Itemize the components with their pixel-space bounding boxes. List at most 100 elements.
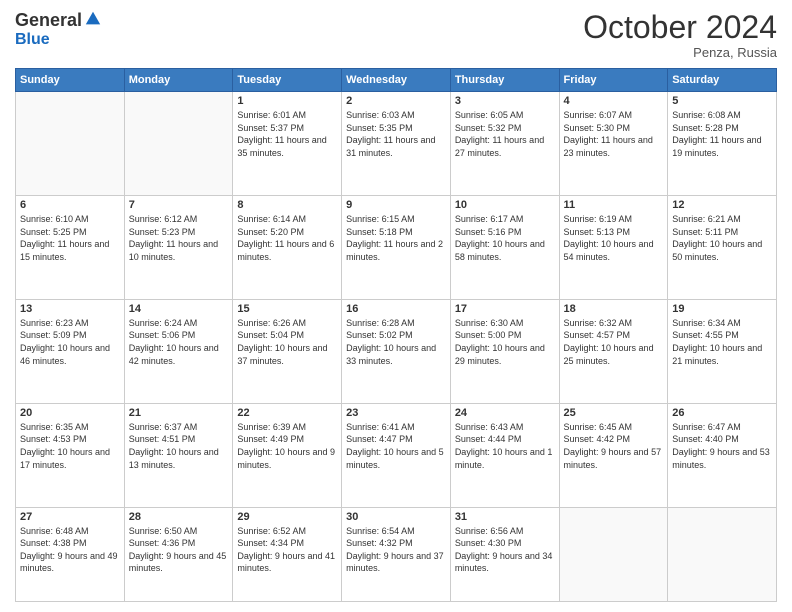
table-row: 8 Sunrise: 6:14 AM Sunset: 5:20 PM Daylig… [233, 196, 342, 300]
day-number: 18 [564, 303, 664, 315]
table-row: 22 Sunrise: 6:39 AM Sunset: 4:49 PM Dayli… [233, 403, 342, 507]
table-row: 10 Sunrise: 6:17 AM Sunset: 5:16 PM Dayli… [450, 196, 559, 300]
day-info: Sunrise: 6:32 AM Sunset: 4:57 PM Dayligh… [564, 317, 664, 367]
calendar-header-row: Sunday Monday Tuesday Wednesday Thursday… [16, 69, 777, 92]
day-info: Sunrise: 6:48 AM Sunset: 4:38 PM Dayligh… [20, 525, 120, 575]
table-row: 31 Sunrise: 6:56 AM Sunset: 4:30 PM Dayli… [450, 507, 559, 601]
day-number: 19 [672, 303, 772, 315]
day-info: Sunrise: 6:35 AM Sunset: 4:53 PM Dayligh… [20, 421, 120, 471]
logo-text: General [15, 10, 102, 31]
calendar-week-1: 1 Sunrise: 6:01 AM Sunset: 5:37 PM Daylig… [16, 92, 777, 196]
day-number: 7 [129, 199, 229, 211]
table-row: 9 Sunrise: 6:15 AM Sunset: 5:18 PM Daylig… [342, 196, 451, 300]
day-info: Sunrise: 6:05 AM Sunset: 5:32 PM Dayligh… [455, 109, 555, 159]
day-number: 11 [564, 199, 664, 211]
day-number: 4 [564, 95, 664, 107]
day-info: Sunrise: 6:45 AM Sunset: 4:42 PM Dayligh… [564, 421, 664, 471]
day-number: 6 [20, 199, 120, 211]
day-number: 20 [20, 407, 120, 419]
table-row: 21Sunrise: 6:37 AM Sunset: 4:51 PM Dayli… [124, 403, 233, 507]
col-thursday: Thursday [450, 69, 559, 92]
table-row: 3 Sunrise: 6:05 AM Sunset: 5:32 PM Daylig… [450, 92, 559, 196]
col-monday: Monday [124, 69, 233, 92]
day-number: 10 [455, 199, 555, 211]
table-row: 14Sunrise: 6:24 AM Sunset: 5:06 PM Dayli… [124, 299, 233, 403]
day-info: Sunrise: 6:26 AM Sunset: 5:04 PM Dayligh… [237, 317, 337, 367]
day-number: 15 [237, 303, 337, 315]
day-info: Sunrise: 6:15 AM Sunset: 5:18 PM Dayligh… [346, 213, 446, 263]
month-title: October 2024 [583, 10, 777, 45]
day-info: Sunrise: 6:28 AM Sunset: 5:02 PM Dayligh… [346, 317, 446, 367]
day-info: Sunrise: 6:56 AM Sunset: 4:30 PM Dayligh… [455, 525, 555, 575]
day-number: 2 [346, 95, 446, 107]
day-number: 1 [237, 95, 337, 107]
day-number: 22 [237, 407, 337, 419]
table-row: 7 Sunrise: 6:12 AM Sunset: 5:23 PM Daylig… [124, 196, 233, 300]
day-info: Sunrise: 6:08 AM Sunset: 5:28 PM Dayligh… [672, 109, 772, 159]
logo-blue-text: Blue [15, 31, 50, 49]
table-row: 29Sunrise: 6:52 AM Sunset: 4:34 PM Dayli… [233, 507, 342, 601]
table-row: 18 Sunrise: 6:32 AM Sunset: 4:57 PM Dayli… [559, 299, 668, 403]
title-section: October 2024 Penza, Russia [583, 10, 777, 60]
logo-general: General [15, 10, 82, 31]
table-row: 12 Sunrise: 6:21 AM Sunset: 5:11 PM Dayli… [668, 196, 777, 300]
day-number: 30 [346, 511, 446, 523]
day-info: Sunrise: 6:17 AM Sunset: 5:16 PM Dayligh… [455, 213, 555, 263]
day-number: 27 [20, 511, 120, 523]
col-sunday: Sunday [16, 69, 125, 92]
table-row: 11 Sunrise: 6:19 AM Sunset: 5:13 PM Dayli… [559, 196, 668, 300]
table-row: 30 Sunrise: 6:54 AM Sunset: 4:32 PM Dayli… [342, 507, 451, 601]
day-info: Sunrise: 6:37 AM Sunset: 4:51 PM Dayligh… [129, 421, 229, 471]
day-info: Sunrise: 6:43 AM Sunset: 4:44 PM Dayligh… [455, 421, 555, 471]
day-number: 16 [346, 303, 446, 315]
table-row [124, 92, 233, 196]
day-info: Sunrise: 6:39 AM Sunset: 4:49 PM Dayligh… [237, 421, 337, 471]
day-info: Sunrise: 6:12 AM Sunset: 5:23 PM Dayligh… [129, 213, 229, 263]
calendar-table: Sunday Monday Tuesday Wednesday Thursday… [15, 68, 777, 602]
day-number: 17 [455, 303, 555, 315]
table-row: 13Sunrise: 6:23 AM Sunset: 5:09 PM Dayli… [16, 299, 125, 403]
col-saturday: Saturday [668, 69, 777, 92]
day-number: 23 [346, 407, 446, 419]
table-row: 26 Sunrise: 6:47 AM Sunset: 4:40 PM Dayli… [668, 403, 777, 507]
day-number: 14 [129, 303, 229, 315]
col-wednesday: Wednesday [342, 69, 451, 92]
table-row: 15 Sunrise: 6:26 AM Sunset: 5:04 PM Dayli… [233, 299, 342, 403]
table-row: 16 Sunrise: 6:28 AM Sunset: 5:02 PM Dayli… [342, 299, 451, 403]
day-info: Sunrise: 6:03 AM Sunset: 5:35 PM Dayligh… [346, 109, 446, 159]
day-number: 5 [672, 95, 772, 107]
day-number: 31 [455, 511, 555, 523]
col-friday: Friday [559, 69, 668, 92]
table-row: 6 Sunrise: 6:10 AM Sunset: 5:25 PM Daylig… [16, 196, 125, 300]
day-info: Sunrise: 6:01 AM Sunset: 5:37 PM Dayligh… [237, 109, 337, 159]
day-info: Sunrise: 6:47 AM Sunset: 4:40 PM Dayligh… [672, 421, 772, 471]
day-info: Sunrise: 6:21 AM Sunset: 5:11 PM Dayligh… [672, 213, 772, 263]
day-info: Sunrise: 6:19 AM Sunset: 5:13 PM Dayligh… [564, 213, 664, 263]
day-info: Sunrise: 6:52 AM Sunset: 4:34 PM Dayligh… [237, 525, 337, 575]
table-row: 23Sunrise: 6:41 AM Sunset: 4:47 PM Dayli… [342, 403, 451, 507]
day-number: 9 [346, 199, 446, 211]
calendar-week-2: 6 Sunrise: 6:10 AM Sunset: 5:25 PM Daylig… [16, 196, 777, 300]
logo-icon [84, 10, 102, 28]
day-number: 13 [20, 303, 120, 315]
table-row: 1 Sunrise: 6:01 AM Sunset: 5:37 PM Daylig… [233, 92, 342, 196]
day-info: Sunrise: 6:07 AM Sunset: 5:30 PM Dayligh… [564, 109, 664, 159]
day-number: 8 [237, 199, 337, 211]
day-info: Sunrise: 6:54 AM Sunset: 4:32 PM Dayligh… [346, 525, 446, 575]
table-row: 20 Sunrise: 6:35 AM Sunset: 4:53 PM Dayli… [16, 403, 125, 507]
day-number: 26 [672, 407, 772, 419]
page: General Blue October 2024 Penza, Russia … [0, 0, 792, 612]
table-row: 25 Sunrise: 6:45 AM Sunset: 4:42 PM Dayli… [559, 403, 668, 507]
day-info: Sunrise: 6:10 AM Sunset: 5:25 PM Dayligh… [20, 213, 120, 263]
table-row [559, 507, 668, 601]
table-row: 28Sunrise: 6:50 AM Sunset: 4:36 PM Dayli… [124, 507, 233, 601]
col-tuesday: Tuesday [233, 69, 342, 92]
day-info: Sunrise: 6:30 AM Sunset: 5:00 PM Dayligh… [455, 317, 555, 367]
table-row: 17 Sunrise: 6:30 AM Sunset: 5:00 PM Dayli… [450, 299, 559, 403]
day-number: 12 [672, 199, 772, 211]
day-info: Sunrise: 6:14 AM Sunset: 5:20 PM Dayligh… [237, 213, 337, 263]
day-number: 3 [455, 95, 555, 107]
table-row: 4 Sunrise: 6:07 AM Sunset: 5:30 PM Daylig… [559, 92, 668, 196]
table-row: 27 Sunrise: 6:48 AM Sunset: 4:38 PM Dayli… [16, 507, 125, 601]
day-number: 25 [564, 407, 664, 419]
